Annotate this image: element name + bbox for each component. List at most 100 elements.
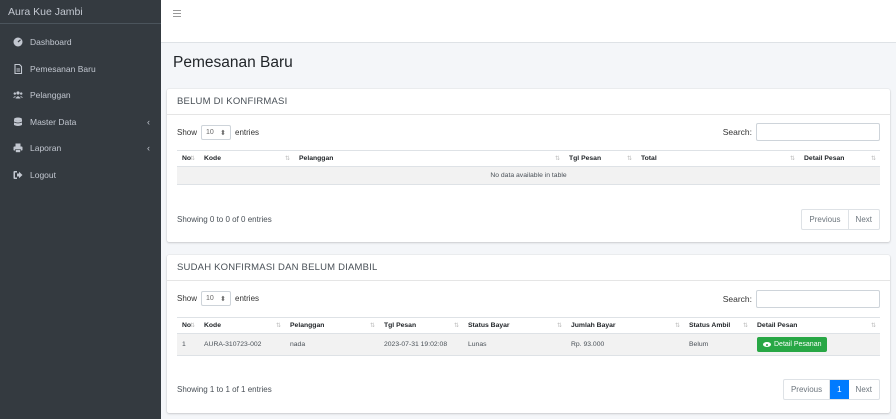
- cell-status-bayar: Lunas: [463, 333, 566, 356]
- previous-button[interactable]: Previous: [802, 210, 849, 229]
- column-header[interactable]: Status Bayar ⇅: [463, 317, 566, 334]
- sidebar-item-laporan[interactable]: Laporan ‹: [0, 135, 161, 162]
- search-label: Search:: [722, 294, 752, 304]
- sidebar-item-dashboard[interactable]: Dashboard: [0, 29, 161, 56]
- card-title: SUDAH KONFIRMASI DAN BELUM DIAMBIL: [167, 255, 890, 281]
- column-header[interactable]: Pelanggan ⇅: [294, 150, 564, 167]
- column-header[interactable]: Kode ⇅: [199, 317, 285, 334]
- entries-select[interactable]: 10 ⬍: [201, 125, 232, 140]
- search-input[interactable]: [756, 123, 880, 141]
- entries-length-control: Show 10 ⬍ entries: [177, 291, 259, 306]
- users-icon: [13, 91, 23, 99]
- column-header[interactable]: Tgl Pesan ⇅: [379, 317, 463, 334]
- cell-detail: Detail Pesanan: [752, 333, 880, 356]
- column-header[interactable]: Status Ambil ⇅: [684, 317, 752, 334]
- detail-pesanan-button[interactable]: Detail Pesanan: [757, 337, 828, 352]
- top-navbar: [161, 0, 896, 43]
- chevron-left-icon: ‹: [147, 116, 150, 127]
- sort-icon: ⇅: [870, 323, 876, 329]
- logout-icon: [13, 170, 23, 179]
- sort-icon: ⇅: [742, 323, 748, 329]
- dashboard-icon: [13, 37, 23, 47]
- sidebar-nav: Dashboard Pemesanan Baru Pelanggan Maste…: [0, 24, 161, 188]
- column-header[interactable]: No ⇅: [177, 150, 199, 167]
- sort-icon: ⇅: [626, 156, 632, 162]
- search-control: Search:: [723, 290, 880, 308]
- page-title: Pemesanan Baru: [173, 54, 293, 71]
- brand-title[interactable]: Aura Kue Jambi: [0, 0, 161, 24]
- cell-tgl-pesan: 2023-07-31 19:02:08: [379, 333, 463, 356]
- next-button[interactable]: Next: [849, 210, 879, 229]
- table-row: No data available in table: [177, 166, 880, 185]
- sort-updown-icon: ⬍: [220, 295, 227, 303]
- sort-icon: ⇅: [275, 323, 281, 329]
- menu-toggle-icon[interactable]: [173, 10, 181, 17]
- sort-icon: ⇅: [369, 323, 375, 329]
- table-info: Showing 0 to 0 of 0 entries: [177, 215, 272, 224]
- sort-icon: ⇅: [789, 156, 795, 162]
- table-row: 1 AURA-310723-002 nada 2023-07-31 19:02:…: [177, 333, 880, 356]
- cell-jumlah-bayar: Rp. 93.000: [566, 333, 684, 356]
- sort-icon: ⇅: [284, 156, 290, 162]
- column-header[interactable]: Kode ⇅: [199, 150, 294, 167]
- column-header[interactable]: No ⇅: [177, 317, 199, 334]
- sidebar-item-label: Master Data: [30, 116, 77, 127]
- sidebar-item-master-data[interactable]: Master Data ‹: [0, 109, 161, 136]
- next-button[interactable]: Next: [849, 380, 879, 399]
- empty-table-message: No data available in table: [177, 166, 880, 185]
- column-header[interactable]: Jumlah Bayar ⇅: [566, 317, 684, 334]
- entries-select[interactable]: 10 ⬍: [201, 291, 232, 306]
- eye-icon: [763, 342, 771, 347]
- column-header[interactable]: Detail Pesan ⇅: [752, 317, 880, 334]
- card-sudah-konfirmasi: SUDAH KONFIRMASI DAN BELUM DIAMBIL Show …: [167, 255, 890, 413]
- sidebar-item-label: Logout: [30, 169, 56, 180]
- show-label: Show: [177, 294, 198, 303]
- cell-kode: AURA-310723-002: [199, 333, 285, 356]
- sidebar-item-pemesanan-baru[interactable]: Pemesanan Baru: [0, 56, 161, 83]
- sidebar-item-label: Pemesanan Baru: [30, 63, 96, 74]
- sort-icon: ⇅: [453, 323, 459, 329]
- previous-button[interactable]: Previous: [784, 380, 831, 399]
- entries-select-value: 10: [206, 129, 214, 136]
- column-header[interactable]: Pelanggan ⇅: [285, 317, 379, 334]
- sidebar-item-logout[interactable]: Logout: [0, 162, 161, 189]
- search-label: Search:: [722, 127, 752, 137]
- entries-select-value: 10: [206, 295, 214, 302]
- printer-icon: [13, 143, 23, 154]
- sidebar-item-label: Laporan: [30, 143, 62, 154]
- sort-icon: ⇅: [674, 323, 680, 329]
- table-sudah-konfirmasi: No ⇅ Kode ⇅ Pelanggan ⇅ Tgl Pesan ⇅ Status B…: [177, 317, 880, 356]
- search-input[interactable]: [756, 290, 880, 308]
- pagination: Previous 1 Next: [782, 379, 880, 400]
- database-icon: [13, 117, 23, 126]
- card-belum-konfirmasi: BELUM DI KONFIRMASI Show 10 ⬍ entries Sea…: [167, 89, 890, 242]
- sidebar-item-pelanggan[interactable]: Pelanggan: [0, 82, 161, 109]
- table-belum-konfirmasi: No ⇅ Kode ⇅ Pelanggan ⇅ Tgl Pesan ⇅ Total ⇅ D…: [177, 150, 880, 185]
- sort-updown-icon: ⬍: [220, 129, 227, 137]
- sort-icon: ⇅: [870, 156, 876, 162]
- sort-icon: ⇅: [189, 323, 195, 329]
- column-header[interactable]: Total ⇅: [636, 150, 799, 167]
- cell-pelanggan: nada: [285, 333, 379, 356]
- entries-label: entries: [235, 128, 260, 137]
- button-label: Detail Pesanan: [774, 341, 822, 348]
- sidebar-item-label: Pelanggan: [30, 90, 71, 101]
- sort-icon: ⇅: [554, 156, 560, 162]
- sort-icon: ⇅: [556, 323, 562, 329]
- card-title: BELUM DI KONFIRMASI: [167, 89, 890, 115]
- cell-status-ambil: Belum: [684, 333, 752, 356]
- main-content: Pemesanan Baru BELUM DI KONFIRMASI Show …: [161, 0, 896, 419]
- sort-icon: ⇅: [189, 156, 195, 162]
- cell-no: 1: [177, 333, 199, 356]
- entries-length-control: Show 10 ⬍ entries: [177, 125, 259, 140]
- page-1-button[interactable]: 1: [830, 380, 849, 399]
- column-header[interactable]: Tgl Pesan ⇅: [564, 150, 636, 167]
- show-label: Show: [177, 128, 198, 137]
- file-icon: [14, 63, 23, 74]
- sidebar-item-label: Dashboard: [30, 37, 72, 48]
- search-control: Search:: [723, 123, 880, 141]
- sidebar: Aura Kue Jambi Dashboard Pemesanan Baru …: [0, 0, 161, 419]
- entries-label: entries: [235, 294, 260, 303]
- table-info: Showing 1 to 1 of 1 entries: [177, 385, 272, 394]
- column-header[interactable]: Detail Pesan ⇅: [799, 150, 880, 167]
